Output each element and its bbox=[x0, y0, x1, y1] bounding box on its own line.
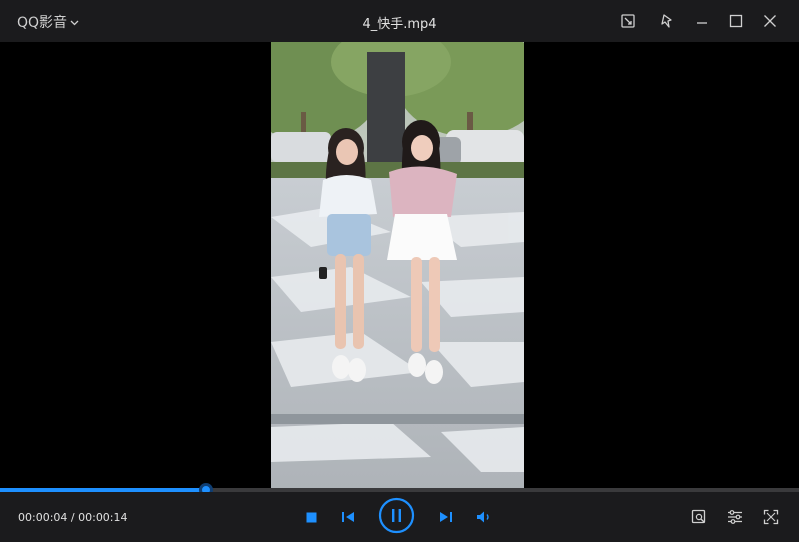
pin-on-top-button[interactable] bbox=[656, 10, 678, 32]
time-separator: / bbox=[67, 511, 79, 524]
settings-sliders-icon bbox=[728, 510, 742, 524]
stop-icon bbox=[306, 512, 316, 522]
next-button[interactable] bbox=[436, 508, 456, 526]
video-area[interactable] bbox=[0, 42, 799, 492]
play-pause-button[interactable] bbox=[378, 497, 415, 534]
current-time: 00:00:04 bbox=[18, 511, 68, 524]
next-icon bbox=[440, 512, 452, 522]
screenshot-button[interactable] bbox=[617, 10, 639, 32]
minimize-button[interactable] bbox=[691, 10, 713, 32]
maximize-icon bbox=[729, 14, 743, 28]
volume-icon bbox=[476, 511, 489, 523]
previous-icon bbox=[342, 512, 354, 522]
volume-button[interactable] bbox=[474, 508, 494, 526]
app-name-label: QQ影音 bbox=[17, 15, 68, 31]
pause-icon bbox=[378, 497, 415, 534]
video-scene bbox=[271, 42, 524, 492]
app-menu-button[interactable]: QQ影音 bbox=[17, 12, 79, 32]
stop-button[interactable] bbox=[302, 508, 320, 526]
chevron-down-icon bbox=[70, 20, 79, 25]
screenshot-icon bbox=[621, 14, 635, 28]
fullscreen-button[interactable] bbox=[761, 507, 781, 527]
title-bar: QQ影音 4_快手.mp4 bbox=[0, 0, 799, 42]
time-display: 00:00:04 / 00:00:14 bbox=[18, 511, 128, 524]
previous-button[interactable] bbox=[338, 508, 358, 526]
file-title: 4_快手.mp4 bbox=[362, 17, 437, 32]
close-button[interactable] bbox=[759, 10, 781, 32]
image-search-icon bbox=[691, 509, 706, 524]
maximize-button[interactable] bbox=[725, 10, 747, 32]
fullscreen-icon bbox=[763, 509, 779, 525]
settings-button[interactable] bbox=[725, 507, 745, 527]
total-time: 00:00:14 bbox=[78, 511, 128, 524]
video-frame bbox=[271, 42, 524, 492]
minimize-icon bbox=[697, 22, 707, 24]
control-bar: 00:00:04 / 00:00:14 bbox=[0, 492, 799, 542]
image-search-button[interactable] bbox=[689, 507, 709, 527]
close-icon bbox=[764, 15, 776, 27]
pin-icon bbox=[661, 14, 672, 28]
